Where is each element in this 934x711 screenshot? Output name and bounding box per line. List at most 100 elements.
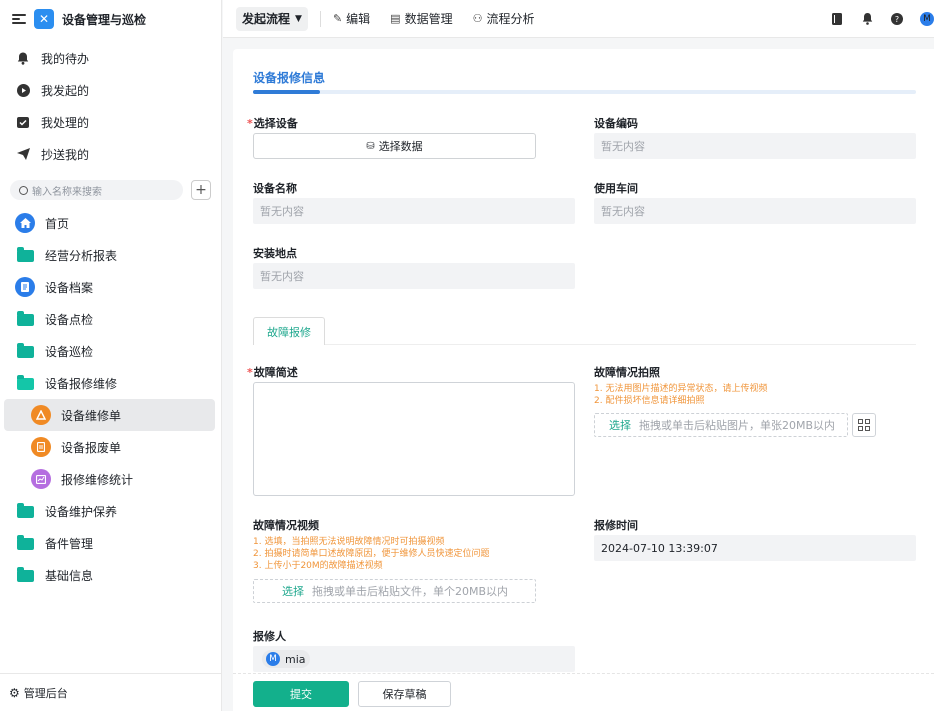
nav-label: 设备报废单 <box>61 440 122 455</box>
device-name-label: 设备名称 <box>253 182 297 195</box>
form-panel: 设备报修信息 *选择设备 ⛁ 选择数据 设备编码 暂无内容 设备名称 暂无内容 … <box>233 49 934 711</box>
search-input[interactable]: 输入名称来搜索 <box>10 180 183 200</box>
nav-label: 基础信息 <box>45 568 94 583</box>
gear-icon: ⚙ <box>9 685 20 700</box>
edit-label: 编辑 <box>346 12 371 26</box>
search-row: 输入名称来搜索 + <box>0 170 221 200</box>
nav-label: 设备维修单 <box>61 408 122 423</box>
start-flow-dropdown[interactable]: 发起流程 ▼ <box>236 6 308 31</box>
video-select-link[interactable]: 选择 <box>282 583 304 599</box>
nav-label: 报修维修统计 <box>61 472 134 487</box>
nav-label: 备件管理 <box>45 536 94 551</box>
help-icon[interactable]: ? <box>890 12 904 26</box>
reporter-label: 报修人 <box>253 630 286 643</box>
nav-item-repair-group[interactable]: 设备报修维修 <box>0 367 221 399</box>
nav-item-reports[interactable]: 经营分析报表 <box>0 239 221 271</box>
folder-icon <box>15 565 35 585</box>
nav-label: 首页 <box>45 216 70 231</box>
video-upload-area[interactable]: 选择 拖拽或单击后粘贴文件，单个20MB以内 <box>253 579 536 603</box>
start-flow-label: 发起流程 <box>242 12 291 26</box>
search-placeholder: 输入名称来搜索 <box>32 186 102 198</box>
nav-item-device-archive[interactable]: 设备档案 <box>0 271 221 303</box>
subtab-divider <box>253 344 916 345</box>
select-data-button[interactable]: ⛁ 选择数据 <box>253 133 536 159</box>
toolbar-divider <box>319 10 321 27</box>
report-time-field: 2024-07-10 13:39:07 <box>594 535 916 561</box>
quick-link-todo[interactable]: 我的待办 <box>0 42 221 74</box>
device-name-field: 暂无内容 <box>253 198 575 224</box>
add-button[interactable]: + <box>191 180 211 200</box>
app-title: 设备管理与巡检 <box>62 12 147 27</box>
data-management-button[interactable]: ▤ 数据管理 <box>390 10 452 27</box>
quick-link-label: 抄送我的 <box>41 147 90 162</box>
reporter-avatar: M <box>266 652 280 666</box>
reporter-field[interactable]: M mia <box>253 646 575 672</box>
quick-link-handled[interactable]: 我处理的 <box>0 106 221 138</box>
report-time-label: 报修时间 <box>594 519 638 532</box>
photo-upload-area[interactable]: 选择 拖拽或单击后粘贴图片，单张20MB以内 <box>594 413 848 437</box>
folder-icon <box>15 501 35 521</box>
nav-item-patrol[interactable]: 设备巡检 <box>0 335 221 367</box>
submit-button[interactable]: 提交 <box>253 681 349 707</box>
nav-label: 经营分析报表 <box>45 248 118 263</box>
workshop-label: 使用车间 <box>594 182 638 195</box>
home-icon <box>15 213 35 233</box>
edit-icon: ✎ <box>332 12 343 25</box>
flow-icon: ⚇ <box>472 12 483 25</box>
notification-icon[interactable] <box>860 12 874 26</box>
database-icon: ⛁ <box>366 140 375 152</box>
nav-item-repair-stats[interactable]: 报修维修统计 <box>0 463 221 495</box>
scrap-form-icon <box>31 437 51 457</box>
sidebar: ✕ 设备管理与巡检 我的待办 我发起的 我处理的 抄送我的 输入名称来搜索 + … <box>0 0 222 711</box>
nav-item-home[interactable]: 首页 <box>0 207 221 239</box>
section-tab-repair-info[interactable]: 设备报修信息 <box>253 69 325 86</box>
folder-icon <box>15 341 35 361</box>
quick-link-cc[interactable]: 抄送我的 <box>0 138 221 170</box>
tab-fault-report[interactable]: 故障报修 <box>253 317 325 345</box>
fault-video-hint: 1. 选填，当拍照无法说明故障情况时可拍摄视频 2. 拍摄时请简单口述故障原因，… <box>253 537 490 571</box>
quick-links: 我的待办 我发起的 我处理的 抄送我的 <box>0 38 221 170</box>
video-upload-text: 拖拽或单击后粘贴文件，单个20MB以内 <box>312 585 509 598</box>
folder-icon <box>15 309 35 329</box>
sidebar-header: ✕ 设备管理与巡检 <box>0 0 221 38</box>
qr-code-button[interactable] <box>852 413 876 437</box>
chevron-down-icon: ▼ <box>295 13 302 24</box>
fault-desc-textarea[interactable] <box>253 382 575 496</box>
select-device-label: *选择设备 <box>247 117 298 130</box>
save-draft-button[interactable]: 保存草稿 <box>358 681 451 707</box>
nav-item-repair-order[interactable]: 设备维修单 <box>4 399 215 431</box>
admin-link[interactable]: ⚙ 管理后台 <box>0 673 221 711</box>
stats-icon <box>31 469 51 489</box>
photo-select-link[interactable]: 选择 <box>609 417 631 433</box>
menu-collapse-icon[interactable] <box>12 12 26 26</box>
nav-item-spot-check[interactable]: 设备点检 <box>0 303 221 335</box>
nav-item-scrap-order[interactable]: 设备报废单 <box>0 431 221 463</box>
nav-label: 设备档案 <box>45 280 94 295</box>
location-label: 安装地点 <box>253 247 297 260</box>
nav-label: 设备报修维修 <box>45 376 118 391</box>
location-field: 暂无内容 <box>253 263 575 289</box>
document-icon <box>15 277 35 297</box>
reporter-name: mia <box>285 652 306 666</box>
edit-button[interactable]: ✎ 编辑 <box>333 10 370 27</box>
fault-photo-hint: 1. 无法用图片描述的异常状态，请上传视频 2. 配件损坏信息请详细拍照 <box>594 384 768 406</box>
nav-item-maintenance[interactable]: 设备维护保养 <box>0 495 221 527</box>
folder-icon <box>15 245 35 265</box>
nav-label: 设备点检 <box>45 312 94 327</box>
flow-analysis-label: 流程分析 <box>486 12 535 26</box>
send-icon <box>16 147 30 161</box>
nav-item-basic-info[interactable]: 基础信息 <box>0 559 221 591</box>
nav-label: 设备巡检 <box>45 344 94 359</box>
quick-link-label: 我处理的 <box>41 115 90 130</box>
quick-link-label: 我的待办 <box>41 51 90 66</box>
user-avatar[interactable]: M <box>920 12 934 26</box>
quick-link-started[interactable]: 我发起的 <box>0 74 221 106</box>
nav-item-spare-parts[interactable]: 备件管理 <box>0 527 221 559</box>
qr-code-icon <box>858 419 870 431</box>
app-logo-icon: ✕ <box>34 9 54 29</box>
search-icon <box>19 185 28 195</box>
check-box-icon <box>16 115 30 129</box>
book-icon[interactable] <box>830 12 844 26</box>
device-code-field: 暂无内容 <box>594 133 916 159</box>
flow-analysis-button[interactable]: ⚇ 流程分析 <box>473 10 535 27</box>
